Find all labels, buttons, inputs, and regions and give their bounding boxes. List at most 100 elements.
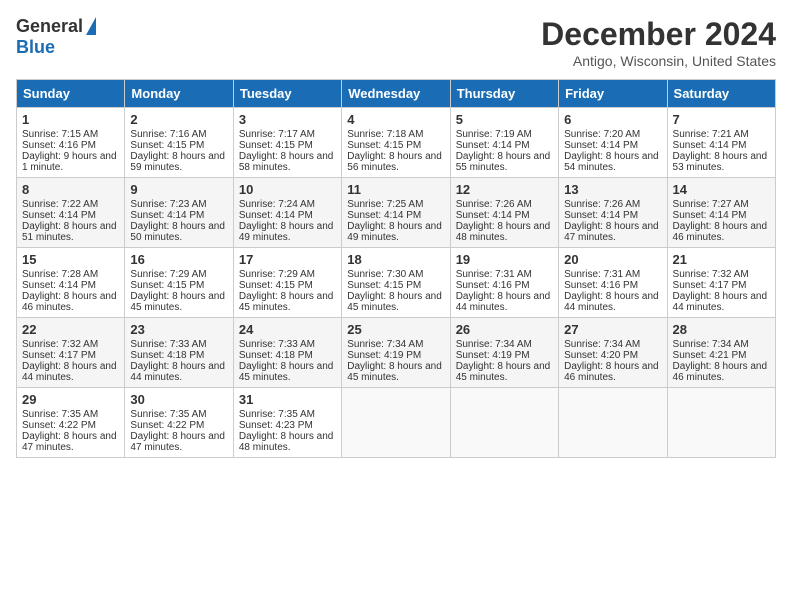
calendar-cell: 18 Sunrise: 7:30 AM Sunset: 4:15 PM Dayl… — [342, 248, 450, 318]
daylight-text: Daylight: 8 hours and 50 minutes. — [130, 221, 225, 243]
day-number: 8 — [22, 182, 119, 197]
sunset-text: Sunset: 4:19 PM — [456, 350, 530, 361]
day-number: 13 — [564, 182, 661, 197]
sunset-text: Sunset: 4:18 PM — [130, 350, 204, 361]
calendar-cell: 11 Sunrise: 7:25 AM Sunset: 4:14 PM Dayl… — [342, 178, 450, 248]
daylight-text: Daylight: 8 hours and 48 minutes. — [239, 431, 334, 453]
sunrise-text: Sunrise: 7:35 AM — [22, 409, 98, 420]
daylight-text: Daylight: 8 hours and 44 minutes. — [564, 291, 659, 313]
daylight-text: Daylight: 8 hours and 53 minutes. — [673, 151, 768, 173]
sunrise-text: Sunrise: 7:24 AM — [239, 199, 315, 210]
sunset-text: Sunset: 4:19 PM — [347, 350, 421, 361]
daylight-text: Daylight: 8 hours and 45 minutes. — [347, 291, 442, 313]
sunrise-text: Sunrise: 7:23 AM — [130, 199, 206, 210]
sunrise-text: Sunrise: 7:29 AM — [239, 269, 315, 280]
sunset-text: Sunset: 4:14 PM — [456, 140, 530, 151]
weekday-header-tuesday: Tuesday — [233, 80, 341, 108]
weekday-header-saturday: Saturday — [667, 80, 775, 108]
daylight-text: Daylight: 8 hours and 47 minutes. — [22, 431, 117, 453]
weekday-header-thursday: Thursday — [450, 80, 558, 108]
sunset-text: Sunset: 4:14 PM — [239, 210, 313, 221]
day-number: 16 — [130, 252, 227, 267]
sunrise-text: Sunrise: 7:30 AM — [347, 269, 423, 280]
calendar: SundayMondayTuesdayWednesdayThursdayFrid… — [16, 79, 776, 458]
day-number: 18 — [347, 252, 444, 267]
sunset-text: Sunset: 4:15 PM — [239, 140, 313, 151]
day-number: 31 — [239, 392, 336, 407]
calendar-cell: 17 Sunrise: 7:29 AM Sunset: 4:15 PM Dayl… — [233, 248, 341, 318]
sunrise-text: Sunrise: 7:31 AM — [564, 269, 640, 280]
calendar-cell: 31 Sunrise: 7:35 AM Sunset: 4:23 PM Dayl… — [233, 388, 341, 458]
calendar-cell: 21 Sunrise: 7:32 AM Sunset: 4:17 PM Dayl… — [667, 248, 775, 318]
sunrise-text: Sunrise: 7:34 AM — [456, 339, 532, 350]
sunrise-text: Sunrise: 7:16 AM — [130, 129, 206, 140]
sunrise-text: Sunrise: 7:34 AM — [673, 339, 749, 350]
sunset-text: Sunset: 4:14 PM — [22, 210, 96, 221]
sunset-text: Sunset: 4:16 PM — [22, 140, 96, 151]
sunset-text: Sunset: 4:14 PM — [347, 210, 421, 221]
sunrise-text: Sunrise: 7:20 AM — [564, 129, 640, 140]
day-number: 28 — [673, 322, 770, 337]
daylight-text: Daylight: 8 hours and 45 minutes. — [347, 361, 442, 383]
logo-triangle-icon — [86, 17, 96, 35]
day-number: 7 — [673, 112, 770, 127]
calendar-cell: 27 Sunrise: 7:34 AM Sunset: 4:20 PM Dayl… — [559, 318, 667, 388]
day-number: 4 — [347, 112, 444, 127]
sunrise-text: Sunrise: 7:17 AM — [239, 129, 315, 140]
sunset-text: Sunset: 4:17 PM — [22, 350, 96, 361]
daylight-text: Daylight: 8 hours and 48 minutes. — [456, 221, 551, 243]
day-number: 19 — [456, 252, 553, 267]
calendar-cell: 19 Sunrise: 7:31 AM Sunset: 4:16 PM Dayl… — [450, 248, 558, 318]
sunset-text: Sunset: 4:17 PM — [673, 280, 747, 291]
daylight-text: Daylight: 8 hours and 51 minutes. — [22, 221, 117, 243]
sunrise-text: Sunrise: 7:26 AM — [456, 199, 532, 210]
sunset-text: Sunset: 4:14 PM — [673, 210, 747, 221]
sunrise-text: Sunrise: 7:15 AM — [22, 129, 98, 140]
calendar-cell: 9 Sunrise: 7:23 AM Sunset: 4:14 PM Dayli… — [125, 178, 233, 248]
calendar-cell: 3 Sunrise: 7:17 AM Sunset: 4:15 PM Dayli… — [233, 108, 341, 178]
weekday-header-friday: Friday — [559, 80, 667, 108]
sunset-text: Sunset: 4:23 PM — [239, 420, 313, 431]
calendar-cell: 10 Sunrise: 7:24 AM Sunset: 4:14 PM Dayl… — [233, 178, 341, 248]
sunset-text: Sunset: 4:20 PM — [564, 350, 638, 361]
sunrise-text: Sunrise: 7:34 AM — [347, 339, 423, 350]
calendar-cell: 24 Sunrise: 7:33 AM Sunset: 4:18 PM Dayl… — [233, 318, 341, 388]
sunset-text: Sunset: 4:22 PM — [130, 420, 204, 431]
sunset-text: Sunset: 4:14 PM — [564, 140, 638, 151]
sunrise-text: Sunrise: 7:35 AM — [130, 409, 206, 420]
calendar-cell — [559, 388, 667, 458]
sunset-text: Sunset: 4:15 PM — [239, 280, 313, 291]
sunrise-text: Sunrise: 7:29 AM — [130, 269, 206, 280]
sunrise-text: Sunrise: 7:22 AM — [22, 199, 98, 210]
day-number: 6 — [564, 112, 661, 127]
sunrise-text: Sunrise: 7:27 AM — [673, 199, 749, 210]
day-number: 29 — [22, 392, 119, 407]
sunrise-text: Sunrise: 7:34 AM — [564, 339, 640, 350]
daylight-text: Daylight: 8 hours and 44 minutes. — [130, 361, 225, 383]
sunrise-text: Sunrise: 7:35 AM — [239, 409, 315, 420]
calendar-cell: 15 Sunrise: 7:28 AM Sunset: 4:14 PM Dayl… — [17, 248, 125, 318]
day-number: 30 — [130, 392, 227, 407]
daylight-text: Daylight: 8 hours and 58 minutes. — [239, 151, 334, 173]
calendar-cell: 30 Sunrise: 7:35 AM Sunset: 4:22 PM Dayl… — [125, 388, 233, 458]
day-number: 15 — [22, 252, 119, 267]
daylight-text: Daylight: 8 hours and 47 minutes. — [130, 431, 225, 453]
day-number: 24 — [239, 322, 336, 337]
sunset-text: Sunset: 4:15 PM — [130, 140, 204, 151]
day-number: 27 — [564, 322, 661, 337]
sunrise-text: Sunrise: 7:33 AM — [239, 339, 315, 350]
day-number: 1 — [22, 112, 119, 127]
daylight-text: Daylight: 8 hours and 45 minutes. — [239, 291, 334, 313]
title-area: December 2024 Antigo, Wisconsin, United … — [541, 16, 776, 69]
daylight-text: Daylight: 8 hours and 44 minutes. — [673, 291, 768, 313]
day-number: 2 — [130, 112, 227, 127]
sunrise-text: Sunrise: 7:19 AM — [456, 129, 532, 140]
week-row-4: 22 Sunrise: 7:32 AM Sunset: 4:17 PM Dayl… — [17, 318, 776, 388]
daylight-text: Daylight: 8 hours and 45 minutes. — [130, 291, 225, 313]
week-row-5: 29 Sunrise: 7:35 AM Sunset: 4:22 PM Dayl… — [17, 388, 776, 458]
sunrise-text: Sunrise: 7:21 AM — [673, 129, 749, 140]
daylight-text: Daylight: 8 hours and 45 minutes. — [456, 361, 551, 383]
calendar-cell: 7 Sunrise: 7:21 AM Sunset: 4:14 PM Dayli… — [667, 108, 775, 178]
calendar-cell: 12 Sunrise: 7:26 AM Sunset: 4:14 PM Dayl… — [450, 178, 558, 248]
sunset-text: Sunset: 4:14 PM — [564, 210, 638, 221]
